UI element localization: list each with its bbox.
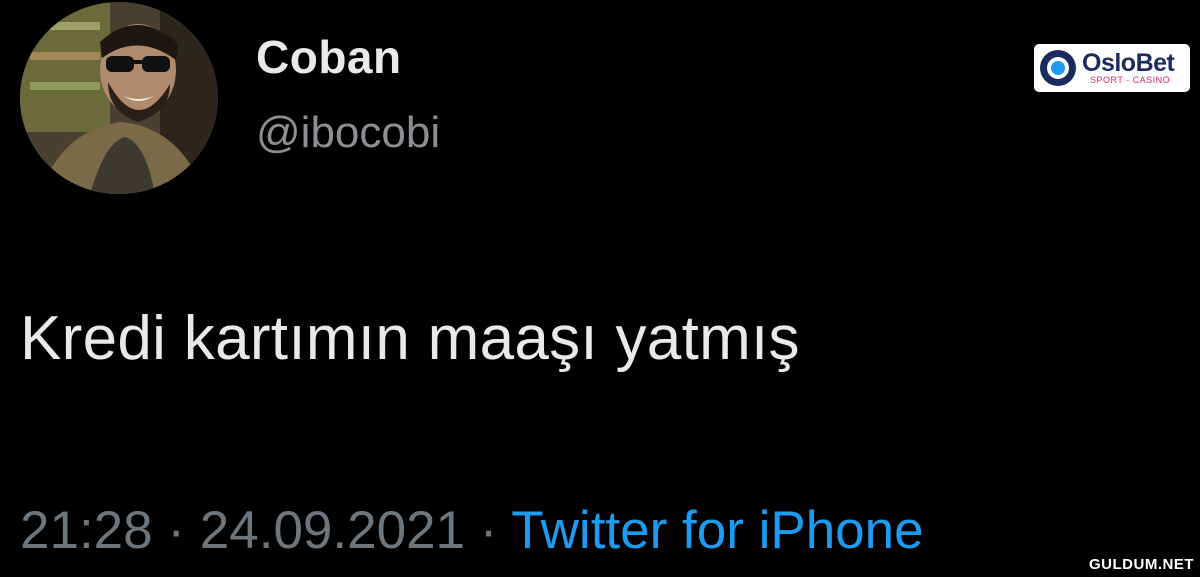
user-handle[interactable]: @ibocobi bbox=[256, 108, 440, 158]
logo-text: OsloBet bbox=[1082, 49, 1175, 77]
display-name[interactable]: Coban bbox=[256, 30, 402, 84]
avatar[interactable] bbox=[20, 2, 218, 194]
tweet-card: Coban @ibocobi OsloBet SPORT - CASINO Kr… bbox=[0, 0, 1200, 577]
meta-separator: · bbox=[479, 501, 498, 560]
meta-separator: · bbox=[167, 501, 186, 560]
oslobet-logo: OsloBet SPORT - CASINO bbox=[1034, 44, 1190, 92]
tweet-source-link[interactable]: Twitter for iPhone bbox=[511, 501, 923, 560]
tweet-meta: 21:28 · 24.09.2021 · Twitter for iPhone bbox=[20, 500, 924, 561]
tweet-date[interactable]: 24.09.2021 bbox=[200, 501, 465, 560]
logo-subtext: SPORT - CASINO bbox=[1090, 75, 1171, 85]
site-watermark: GULDUM.NET bbox=[1089, 556, 1194, 573]
tweet-text: Kredi kartımın maaşı yatmış bbox=[20, 304, 800, 373]
avatar-photo-icon bbox=[20, 2, 218, 194]
logo-ring-icon bbox=[1040, 50, 1076, 86]
tweet-time[interactable]: 21:28 bbox=[20, 501, 153, 560]
